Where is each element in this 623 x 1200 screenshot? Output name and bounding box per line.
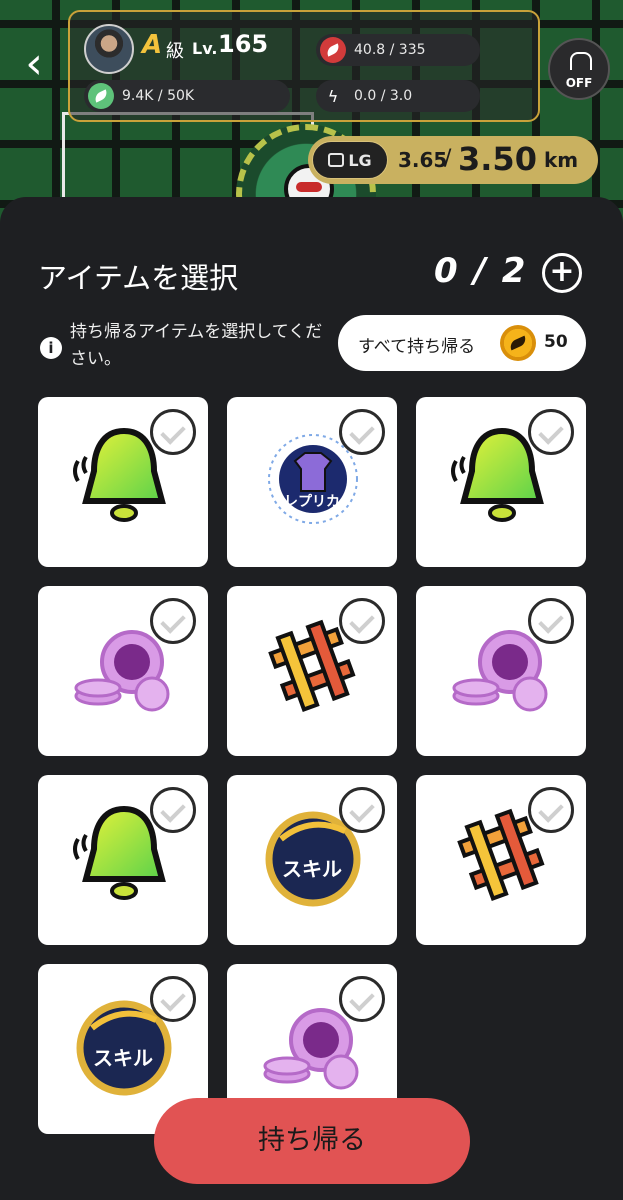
avatar[interactable] (84, 24, 134, 74)
item-card-bell[interactable] (416, 397, 586, 567)
energy-pill: ϟ 0.0 / 3.0 (316, 80, 480, 112)
bolt-icon: ϟ (327, 86, 339, 106)
rank-badge: A (142, 30, 163, 60)
player-status-panel: A 級 Lv. 165 9.4K / 50K 40.8 / 335 ϟ 0.0 … (68, 10, 540, 122)
auto-toggle-button[interactable]: OFF (548, 38, 610, 100)
select-checkbox[interactable] (528, 598, 574, 644)
progress-text: 9.4K / 50K (122, 88, 195, 104)
item-card-bell[interactable] (38, 397, 208, 567)
sheet-title: アイテムを選択 (38, 261, 239, 295)
select-checkbox[interactable] (339, 409, 385, 455)
info-icon: i (40, 337, 62, 359)
select-checkbox[interactable] (528, 787, 574, 833)
select-checkbox[interactable] (150, 409, 196, 455)
select-checkbox[interactable] (150, 598, 196, 644)
level-value: 165 (218, 30, 269, 58)
select-checkbox[interactable] (339, 787, 385, 833)
distance-goal: 3.50 (458, 140, 537, 178)
item-card-mesh[interactable] (416, 775, 586, 945)
progress-pill: 9.4K / 50K (84, 80, 290, 112)
info-text: 持ち帰るアイテムを選択してください。 (70, 322, 323, 369)
distance-bar: LG 3.65 / 3.50 km (308, 136, 598, 184)
location-tag-label: LG (348, 150, 372, 170)
select-checkbox[interactable] (339, 976, 385, 1022)
distance-unit: km (544, 148, 579, 172)
item-label: スキル (93, 1046, 153, 1070)
take-all-button[interactable]: すべて持ち帰る 50 (338, 315, 586, 371)
distance-separator: / (444, 146, 452, 171)
select-checkbox[interactable] (528, 409, 574, 455)
selection-count: 0 / 2 (434, 251, 528, 291)
rank-suffix: 級 (166, 41, 184, 62)
item-label: レプリカ (284, 494, 340, 510)
feather-icon (320, 37, 346, 63)
add-slot-button[interactable]: + (542, 253, 582, 293)
location-tag[interactable]: LG (312, 141, 388, 179)
item-label: スキル (282, 857, 342, 881)
energy-text: 0.0 / 3.0 (354, 88, 413, 104)
item-card-bell[interactable] (38, 775, 208, 945)
stat-text: 40.8 / 335 (354, 42, 426, 58)
feather-icon (88, 83, 114, 109)
stat-pill: 40.8 / 335 (316, 34, 480, 66)
item-card-replica[interactable]: レプリカ (227, 397, 397, 567)
coin-icon (500, 325, 536, 361)
select-checkbox[interactable] (150, 787, 196, 833)
select-checkbox[interactable] (150, 976, 196, 1022)
gauge-icon (570, 52, 592, 70)
item-card-coins[interactable] (416, 586, 586, 756)
item-card-coins[interactable] (38, 586, 208, 756)
take-all-cost: 50 (544, 332, 568, 352)
select-checkbox[interactable] (339, 598, 385, 644)
item-card-mesh[interactable] (227, 586, 397, 756)
item-select-sheet: アイテムを選択 0 / 2 + i 持ち帰るアイテムを選択してください。 すべて… (0, 197, 623, 1200)
map-pin-icon (328, 153, 345, 167)
level-label: Lv. (192, 39, 218, 58)
back-button[interactable]: ‹ (16, 42, 52, 88)
bring-back-button[interactable]: 持ち帰る (154, 1098, 470, 1184)
take-all-label: すべて持ち帰る (358, 337, 476, 357)
item-card-skill[interactable]: スキル (227, 775, 397, 945)
off-label: OFF (565, 76, 593, 90)
distance-current: 3.65 (398, 148, 448, 172)
